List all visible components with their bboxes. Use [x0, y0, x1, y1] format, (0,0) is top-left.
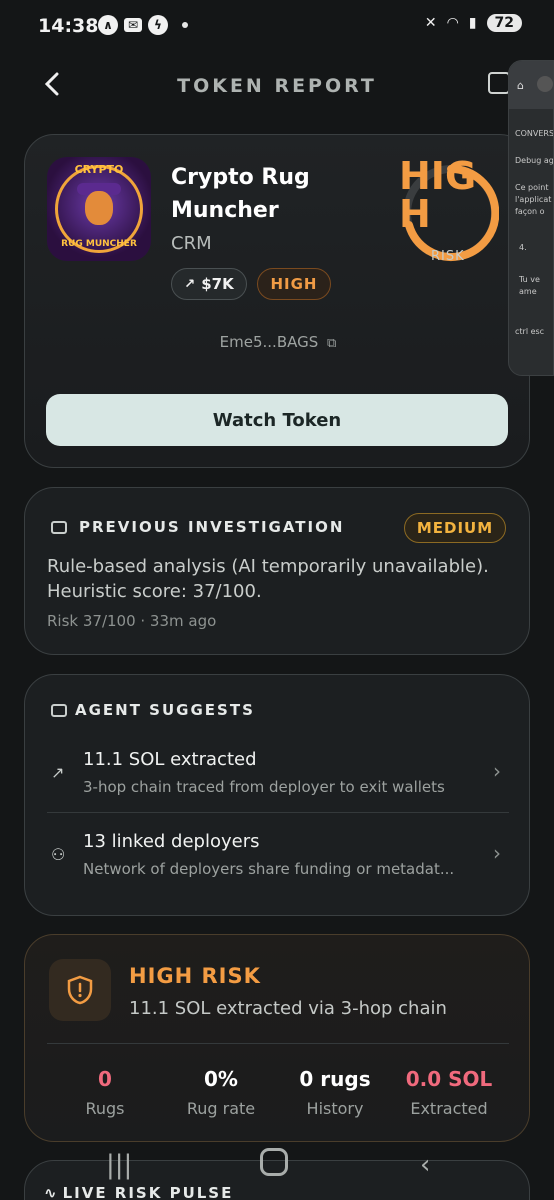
profile-icon[interactable] [537, 76, 553, 92]
mute-icon: ✕ [424, 15, 437, 31]
risk-level-badge: MEDIUM [404, 513, 506, 543]
suggestion-title: 13 linked deployers [83, 831, 260, 852]
recents-nav-button[interactable]: ||| [106, 1150, 132, 1180]
robot-icon [51, 704, 67, 717]
stat-label: Rugs [85, 1099, 125, 1118]
system-status-icons: ✕ ◠ ▮ 72 [425, 14, 522, 32]
page-title: TOKEN REPORT [177, 75, 377, 97]
gauge-level-text: HIGH [399, 154, 477, 236]
risk-title: HIGH RISK [129, 964, 261, 988]
overlay-input[interactable]: ctrl esc [515, 327, 544, 336]
pulse-icon: ∿ [44, 1184, 59, 1200]
risk-summary-card: HIGH RISK 11.1 SOL extracted via 3-hop c… [24, 934, 530, 1142]
overlay-row: 4. [519, 243, 527, 252]
address-text: Eme5...BAGS [219, 333, 319, 351]
users-icon: ⚇ [51, 845, 66, 864]
overlay-row: Ce point [515, 183, 549, 192]
risk-description: 11.1 SOL extracted via 3-hop chain [129, 998, 447, 1019]
gauge-label: RISK [431, 249, 465, 264]
stat-value: 0 [98, 1067, 112, 1091]
stat-value: 0% [204, 1067, 238, 1091]
market-cap-value: $7K [201, 275, 234, 293]
token-symbol: CRM [171, 233, 212, 254]
stat-value: 0 rugs [299, 1067, 371, 1091]
notification-icons: ∧ ✉ ϟ [98, 15, 188, 35]
ticktick-icon: ∧ [98, 15, 118, 35]
overlay-row: CONVERSA [515, 129, 554, 138]
live-pulse-title: ∿ LIVE RISK PULSE [44, 1184, 233, 1200]
overlay-row: l'applicat [515, 195, 552, 204]
robot-icon [51, 521, 67, 534]
overlay-row: façon o [515, 207, 545, 216]
suggestion-item[interactable]: ⚇ 13 linked deployers Network of deploye… [25, 819, 531, 899]
previous-investigation-card[interactable]: PREVIOUS INVESTIGATION MEDIUM Rule-based… [24, 487, 530, 655]
chevron-right-icon: › [493, 841, 501, 865]
token-logo: CRYPTO RUG MUNCHER [47, 157, 151, 261]
suggestion-item[interactable]: ↗ 11.1 SOL extracted 3-hop chain traced … [25, 737, 531, 817]
wifi-icon: ◠ [446, 15, 459, 31]
market-cap-pill: ↗ $7K [171, 268, 247, 300]
stat-label: History [306, 1099, 364, 1118]
copy-report-icon[interactable] [488, 72, 510, 94]
stat-extracted: 0.0 SOL Extracted [391, 1067, 507, 1118]
home-icon[interactable]: ⌂ [517, 79, 524, 92]
overlay-row: ame [519, 287, 537, 296]
stat-label: Extracted [410, 1099, 488, 1118]
stat-value: 0.0 SOL [405, 1067, 493, 1091]
suggestion-desc: 3-hop chain traced from deployer to exit… [83, 778, 445, 796]
stat-rug-rate: 0% Rug rate [163, 1067, 279, 1118]
token-card: CRYPTO RUG MUNCHER Crypto Rug Muncher CR… [24, 134, 530, 468]
stat-history: 0 rugs History [277, 1067, 393, 1118]
back-nav-button[interactable]: ‹ [420, 1150, 430, 1180]
risk-badge: HIGH [257, 268, 331, 300]
token-name: Crypto Rug Muncher [171, 165, 310, 223]
stat-rugs: 0 Rugs [47, 1067, 163, 1118]
stat-label: Rug rate [186, 1099, 256, 1118]
section-title: PREVIOUS INVESTIGATION [79, 518, 345, 536]
status-bar: 14:38 ∧ ✉ ϟ ✕ ◠ ▮ 72 [0, 0, 554, 52]
more-notifications-dot [182, 22, 188, 28]
mail-icon: ✉ [124, 18, 142, 32]
divider [47, 1043, 509, 1044]
copy-icon[interactable]: ⧉ [327, 336, 336, 351]
overlay-row: Tu ve [519, 275, 540, 284]
floating-window-toolbar[interactable]: ⌂ [509, 61, 553, 109]
battery-indicator: 72 [486, 14, 522, 32]
bolt-icon: ϟ [148, 15, 168, 35]
investigation-meta: Risk 37/100 · 33m ago [47, 612, 217, 630]
trending-up-icon: ↗ [184, 276, 196, 292]
live-pulse-label: LIVE RISK PULSE [62, 1184, 234, 1200]
overlay-row: Debug agen [515, 156, 554, 165]
agent-suggests-card: AGENT SUGGESTS ↗ 11.1 SOL extracted 3-ho… [24, 674, 530, 916]
watch-token-button[interactable]: Watch Token [46, 394, 508, 446]
suggestion-desc: Network of deployers share funding or me… [83, 860, 455, 878]
chevron-right-icon: › [493, 759, 501, 783]
signal-icon: ▮ [468, 15, 477, 31]
floating-app-window[interactable]: ⌂ CONVERSA Debug agen Ce point l'applica… [508, 60, 554, 376]
shield-alert-icon [49, 959, 111, 1021]
clock: 14:38 [38, 15, 99, 37]
arrow-up-right-icon: ↗ [51, 763, 65, 782]
investigation-summary: Rule-based analysis (AI temporarily unav… [47, 556, 489, 602]
token-address[interactable]: Eme5...BAGS ⧉ [25, 333, 531, 351]
section-title: AGENT SUGGESTS [75, 701, 255, 719]
divider [47, 812, 509, 813]
suggestion-title: 11.1 SOL extracted [83, 749, 257, 770]
home-nav-button[interactable] [260, 1148, 288, 1176]
